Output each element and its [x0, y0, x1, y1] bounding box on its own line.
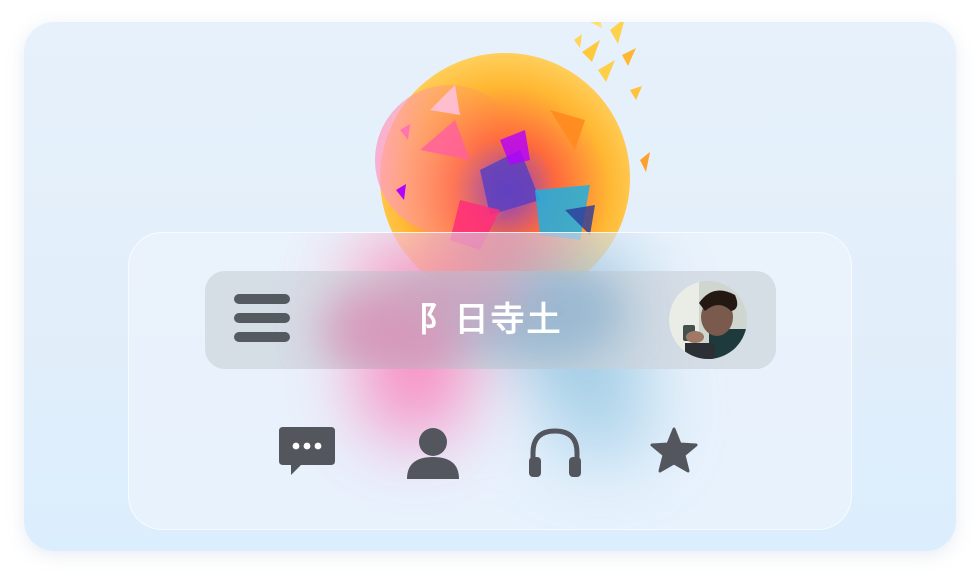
star-icon — [650, 427, 698, 473]
user-avatar[interactable] — [669, 281, 747, 359]
chat-bubble-icon — [279, 427, 335, 475]
glass-panel: 阝日寺土 — [128, 232, 852, 530]
top-navbar: 阝日寺土 — [205, 271, 776, 369]
app-card: 阝日寺土 — [24, 22, 956, 551]
bottom-dock — [129, 423, 851, 483]
chat-button[interactable] — [277, 423, 337, 483]
headphones-icon — [529, 428, 581, 477]
profile-button[interactable] — [403, 423, 463, 483]
music-button[interactable] — [525, 423, 585, 483]
favorites-button[interactable] — [644, 423, 704, 483]
avatar-photo-icon — [669, 281, 747, 359]
person-icon — [407, 428, 459, 479]
